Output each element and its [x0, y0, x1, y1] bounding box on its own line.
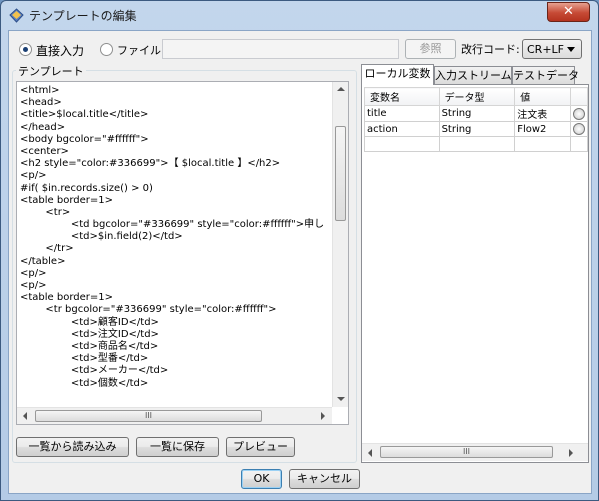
- template-horizontal-scrollbar[interactable]: III: [17, 407, 332, 424]
- cancel-button[interactable]: キャンセル: [289, 469, 360, 489]
- code-line[interactable]: <td>個数</td>: [20, 378, 324, 390]
- code-line[interactable]: <title>$local.title</title>: [20, 109, 324, 121]
- code-line[interactable]: #if( $in.records.size() > 0): [20, 183, 324, 195]
- table-header-row: 変数名 データ型 値: [364, 87, 589, 106]
- file-radio[interactable]: [100, 43, 113, 56]
- code-line[interactable]: <tr bgcolor="#336699" style="color:#ffff…: [20, 304, 324, 316]
- variables-hscroll-thumb[interactable]: III: [380, 446, 553, 458]
- close-button[interactable]: ✕: [547, 2, 590, 22]
- save-to-list-button[interactable]: 一覧に保存: [136, 437, 219, 457]
- code-line[interactable]: <td>$in.field(2)</td>: [20, 231, 324, 243]
- variables-horizontal-scrollbar[interactable]: III: [362, 443, 588, 461]
- template-hscroll-thumb[interactable]: III: [35, 410, 262, 422]
- direct-input-label[interactable]: 直接入力: [36, 42, 84, 59]
- scroll-down-icon[interactable]: [337, 397, 345, 401]
- column-header-spacer: [569, 87, 589, 106]
- code-line[interactable]: <html>: [20, 85, 324, 97]
- newline-code-value: CR+LF: [527, 43, 564, 56]
- tab-local-variables[interactable]: ローカル変数: [361, 64, 434, 85]
- direct-input-radio[interactable]: [19, 43, 32, 56]
- scroll-right-icon[interactable]: [569, 449, 573, 457]
- newline-code-label: 改行コード:: [461, 43, 520, 56]
- file-path-field[interactable]: [162, 39, 399, 59]
- preview-button[interactable]: プレビュー: [226, 437, 295, 457]
- load-from-list-button[interactable]: 一覧から読み込み: [16, 437, 129, 457]
- code-line[interactable]: <td>型番</td>: [20, 353, 324, 365]
- window-title: テンプレートの編集: [29, 9, 137, 23]
- table-row[interactable]: action String Flow2: [364, 121, 589, 137]
- variable-name-cell[interactable]: title: [364, 105, 440, 122]
- title-bar[interactable]: テンプレートの編集 ✕: [1, 1, 598, 29]
- code-line[interactable]: <td>メーカー</td>: [20, 365, 324, 377]
- newline-code-select[interactable]: CR+LF: [522, 39, 582, 59]
- code-line[interactable]: <head>: [20, 97, 324, 109]
- variable-name-cell[interactable]: action: [364, 121, 440, 137]
- template-code[interactable]: <html> <head> <title>$local.title</title> <…: [20, 85, 324, 390]
- table-row[interactable]: title String 注文表: [364, 105, 589, 122]
- variable-type-cell[interactable]: [438, 136, 516, 152]
- radio-selected-dot: [23, 47, 28, 52]
- template-vertical-scrollbar[interactable]: [332, 82, 348, 407]
- variable-value-cell[interactable]: 注文表: [514, 105, 571, 122]
- code-line[interactable]: <tr>: [20, 207, 324, 219]
- code-line[interactable]: </table>: [20, 256, 324, 268]
- template-editor[interactable]: <html> <head> <title>$local.title</title> <…: [16, 81, 349, 425]
- app-icon: [9, 8, 24, 23]
- code-line[interactable]: <table border=1>: [20, 292, 324, 304]
- browse-button[interactable]: 参照: [405, 39, 456, 59]
- scroll-right-icon[interactable]: [321, 412, 325, 420]
- file-label[interactable]: ファイル: [117, 42, 161, 58]
- variable-type-cell[interactable]: String: [438, 121, 516, 137]
- scroll-up-icon[interactable]: [337, 87, 345, 91]
- code-line[interactable]: <p/>: [20, 280, 324, 292]
- code-line[interactable]: <p/>: [20, 268, 324, 280]
- variable-value-cell[interactable]: [514, 136, 571, 152]
- code-line[interactable]: <td>商品名</td>: [20, 341, 324, 353]
- ok-button[interactable]: OK: [241, 469, 282, 489]
- code-line[interactable]: <h2 style="color:#336699">【 $local.title…: [20, 158, 324, 170]
- code-line[interactable]: <td>注文ID</td>: [20, 329, 324, 341]
- scroll-left-icon[interactable]: [23, 412, 27, 420]
- code-line[interactable]: <center>: [20, 146, 324, 158]
- table-row[interactable]: [364, 136, 589, 152]
- value-editor-icon[interactable]: [572, 123, 585, 135]
- tab-test-data[interactable]: テストデータ: [512, 66, 579, 85]
- variables-table: 変数名 データ型 値 title String 注文表 action Strin…: [364, 87, 589, 152]
- chevron-down-icon: [567, 47, 575, 52]
- dialog-body: 直接入力 ファイル 参照 改行コード: CR+LF テンプレート <html> <…: [8, 30, 592, 494]
- scroll-left-icon[interactable]: [368, 449, 372, 457]
- template-editor-window: テンプレートの編集 ✕ 直接入力 ファイル 参照 改行コード: CR+LF テン…: [0, 0, 599, 501]
- local-variables-panel: 変数名 データ型 値 title String 注文表 action Strin…: [361, 84, 589, 463]
- template-vscroll-thumb[interactable]: [335, 126, 346, 221]
- column-header-type[interactable]: データ型: [438, 87, 516, 106]
- code-line[interactable]: </head>: [20, 122, 324, 134]
- variable-value-cell[interactable]: Flow2: [514, 121, 571, 137]
- code-line[interactable]: <table border=1>: [20, 195, 324, 207]
- value-editor-icon[interactable]: [572, 107, 585, 120]
- template-group-title: テンプレート: [16, 63, 86, 79]
- column-header-name[interactable]: 変数名: [364, 87, 440, 106]
- code-line[interactable]: <td bgcolor="#336699" style="color:#ffff…: [20, 219, 324, 231]
- code-line[interactable]: </tr>: [20, 243, 324, 255]
- variable-type-cell[interactable]: String: [438, 105, 516, 122]
- tab-input-stream[interactable]: 入力ストリーム: [434, 66, 512, 85]
- column-header-value[interactable]: 値: [514, 87, 571, 106]
- code-line[interactable]: <body bgcolor="#ffffff">: [20, 134, 324, 146]
- code-line[interactable]: <td>顧客ID</td>: [20, 317, 324, 329]
- variable-name-cell[interactable]: [364, 136, 440, 152]
- code-line[interactable]: <p/>: [20, 170, 324, 182]
